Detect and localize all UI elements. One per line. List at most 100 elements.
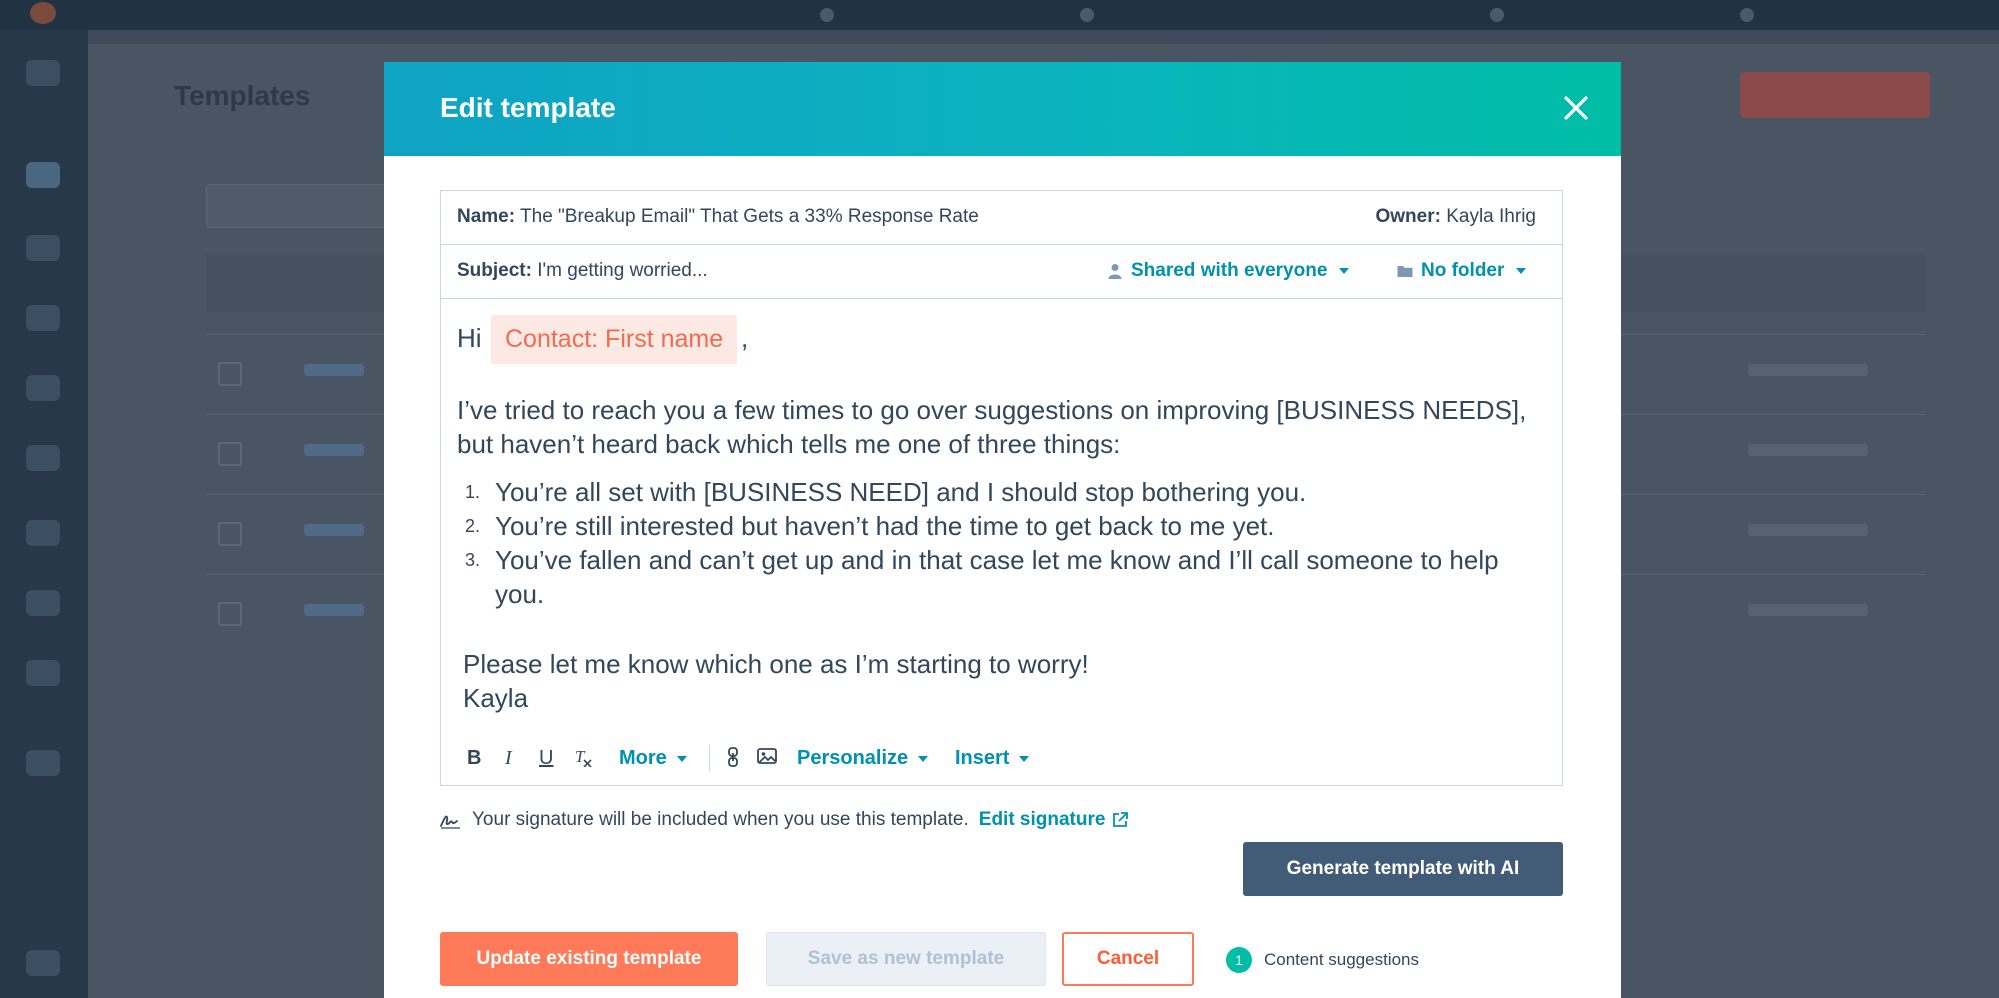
email-body-editor[interactable]: Hi Contact: First name , I’ve tried to r… [441, 299, 1562, 729]
name-row: Name: The "Breakup Email" That Gets a 33… [441, 191, 1562, 245]
image-icon [757, 748, 777, 764]
formatting-toolbar: B I U T More Personalize Insert [441, 737, 1562, 781]
row-link [304, 364, 364, 376]
list-number: 3. [465, 550, 481, 570]
sidebar-icon [26, 445, 60, 471]
content-suggestions[interactable]: 1 Content suggestions [1226, 947, 1419, 973]
edit-template-modal: Edit template Name: The "Breakup Email" … [384, 62, 1621, 998]
insert-image-button[interactable] [757, 747, 777, 771]
row-cell [1748, 444, 1868, 456]
owner-field: Owner: Kayla Ihrig [1375, 206, 1536, 228]
sidebar-icon [26, 60, 60, 86]
app-logo [30, 2, 56, 24]
personalize-label: Personalize [797, 747, 909, 769]
chevron-down-icon [1516, 268, 1527, 274]
template-name-field[interactable]: Name: The "Breakup Email" That Gets a 33… [457, 206, 979, 228]
more-dropdown[interactable]: More [619, 747, 687, 770]
list-number: 2. [465, 516, 481, 536]
folder-label: No folder [1421, 260, 1505, 281]
personalization-token[interactable]: Contact: First name [491, 315, 738, 364]
insert-label: Insert [955, 747, 1010, 769]
chevron-down-icon [1019, 755, 1030, 762]
top-navigation-bar [0, 0, 1999, 30]
list-item-text: You’ve fallen and can’t get up and in th… [495, 545, 1499, 609]
personalize-dropdown[interactable]: Personalize [797, 747, 929, 770]
list-item: 3. You’ve fallen and can’t get up and in… [457, 543, 1527, 611]
sidebar-icon [26, 660, 60, 686]
insert-dropdown[interactable]: Insert [955, 747, 1030, 770]
edit-signature-label: Edit signature [978, 809, 1106, 830]
background-page-title: Templates [174, 80, 311, 111]
list-item: 2. You’re still interested but haven’t h… [457, 509, 1527, 543]
sidebar-icon [26, 375, 60, 401]
signature-text: Your signature will be included when you… [472, 809, 969, 830]
clear-formatting-button[interactable]: T [575, 747, 593, 773]
closing-block: Please let me know which one as I’m star… [463, 647, 1089, 715]
row-link [304, 524, 364, 536]
chevron-down-icon [918, 755, 929, 762]
chevron-down-icon [676, 755, 687, 762]
sharing-dropdown[interactable]: Shared with everyone [1107, 260, 1350, 282]
row-checkbox [218, 602, 242, 626]
more-label: More [619, 747, 667, 769]
background-create-button [1740, 72, 1930, 118]
nav-icon [820, 8, 834, 22]
row-cell [1748, 604, 1868, 616]
name-value: The "Breakup Email" That Gets a 33% Resp… [520, 206, 979, 227]
sidebar-icon [26, 520, 60, 546]
italic-button[interactable]: I [505, 747, 512, 770]
list-number: 1. [465, 482, 481, 502]
left-sidebar [0, 30, 88, 998]
row-link [304, 604, 364, 616]
owner-value: Kayla Ihrig [1446, 206, 1536, 227]
modal-header: Edit template [384, 62, 1621, 156]
person-icon [1108, 264, 1122, 279]
subject-field[interactable]: Subject: I'm getting worried... [457, 260, 708, 282]
suggestion-label: Content suggestions [1264, 950, 1419, 969]
sidebar-icon [26, 305, 60, 331]
list-item: 1. You’re all set with [BUSINESS NEED] a… [457, 475, 1527, 509]
suggestion-count-badge: 1 [1226, 947, 1252, 973]
close-button[interactable] [1558, 90, 1594, 126]
folder-icon [1397, 266, 1413, 277]
list-item-text: You’re still interested but haven’t had … [495, 511, 1275, 541]
bold-button[interactable]: B [467, 747, 481, 770]
toolbar-divider [709, 745, 710, 771]
close-icon [1564, 96, 1588, 120]
subject-row: Subject: I'm getting worried... Shared w… [441, 245, 1562, 299]
template-editor: Name: The "Breakup Email" That Gets a 33… [440, 190, 1563, 786]
subject-label: Subject: [457, 260, 532, 281]
closing-line: Please let me know which one as I’m star… [463, 649, 1089, 679]
svg-text:T: T [575, 747, 586, 766]
nav-icon [1740, 8, 1754, 22]
list-item-text: You’re all set with [BUSINESS NEED] and … [495, 477, 1307, 507]
sidebar-icon [26, 950, 60, 976]
row-checkbox [218, 442, 242, 466]
sidebar-icon-active [26, 162, 60, 188]
insert-link-button[interactable] [725, 747, 741, 773]
save-new-template-button[interactable]: Save as new template [766, 932, 1046, 986]
sidebar-icon [26, 590, 60, 616]
sidebar-icon [26, 235, 60, 261]
sign-off: Kayla [463, 683, 529, 713]
greeting-text: Hi [457, 323, 482, 353]
update-template-button[interactable]: Update existing template [440, 932, 738, 986]
cancel-button[interactable]: Cancel [1062, 932, 1194, 986]
link-icon [728, 747, 738, 767]
row-link [304, 444, 364, 456]
sharing-label: Shared with everyone [1131, 260, 1328, 281]
underline-button[interactable]: U [539, 747, 553, 770]
edit-signature-link[interactable]: Edit signature [979, 809, 1130, 831]
nav-icon [1080, 8, 1094, 22]
row-cell [1748, 364, 1868, 376]
owner-label: Owner: [1375, 206, 1441, 227]
clear-format-icon: T [575, 747, 592, 768]
generate-ai-button[interactable]: Generate template with AI [1243, 842, 1563, 896]
folder-dropdown[interactable]: No folder [1397, 260, 1527, 282]
name-label: Name: [457, 206, 516, 227]
numbered-list: 1. You’re all set with [BUSINESS NEED] a… [457, 475, 1527, 611]
modal-title: Edit template [440, 92, 616, 123]
external-link-icon [1113, 812, 1129, 827]
row-checkbox [218, 362, 242, 386]
row-checkbox [218, 522, 242, 546]
